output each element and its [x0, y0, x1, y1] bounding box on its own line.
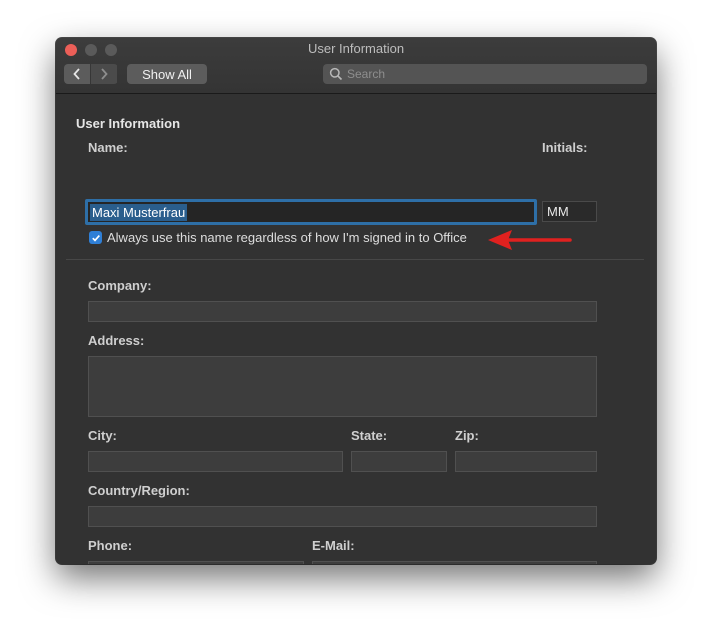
initials-value: MM	[547, 204, 569, 219]
checkmark-icon	[91, 234, 100, 242]
company-field[interactable]	[88, 301, 597, 322]
country-region-field[interactable]	[88, 506, 597, 527]
name-value: Maxi Musterfrau	[90, 203, 188, 221]
always-use-name-label: Always use this name regardless of how I…	[107, 230, 467, 245]
show-all-button[interactable]: Show All	[127, 64, 207, 84]
search-field[interactable]	[323, 64, 647, 84]
annotation-arrow-icon	[488, 230, 572, 250]
country-region-label: Country/Region:	[88, 483, 190, 498]
window-title: User Information	[307, 41, 405, 56]
initials-label: Initials:	[542, 140, 588, 155]
zip-field[interactable]	[455, 451, 597, 472]
zip-label: Zip:	[455, 428, 479, 443]
address-field[interactable]	[88, 356, 597, 417]
name-field[interactable]: Maxi Musterfrau	[85, 199, 537, 225]
user-information-window: User Information Show All User Inform	[56, 38, 656, 564]
navigation-buttons	[64, 64, 118, 84]
forward-button[interactable]	[91, 64, 117, 84]
title-bar: User Information Show All	[56, 38, 656, 94]
always-use-name-checkbox[interactable]	[89, 231, 102, 244]
address-label: Address:	[88, 333, 145, 348]
city-field[interactable]	[88, 451, 343, 472]
state-label: State:	[351, 428, 388, 443]
city-label: City:	[88, 428, 117, 443]
chevron-left-icon	[73, 68, 80, 80]
preferences-content: User Information Name: Initials: Maxi Mu…	[56, 94, 656, 564]
search-input[interactable]	[347, 67, 637, 81]
search-icon	[329, 67, 343, 81]
phone-label: Phone:	[88, 538, 133, 553]
name-label: Name:	[88, 140, 128, 155]
initials-field[interactable]: MM	[542, 201, 597, 222]
phone-field[interactable]	[88, 561, 304, 564]
chevron-right-icon	[101, 68, 108, 80]
section-divider	[66, 259, 644, 260]
company-label: Company:	[88, 278, 152, 293]
email-field[interactable]	[312, 561, 597, 564]
section-title: User Information	[76, 116, 181, 131]
state-field[interactable]	[351, 451, 447, 472]
email-label: E-Mail:	[312, 538, 355, 553]
back-button[interactable]	[64, 64, 90, 84]
